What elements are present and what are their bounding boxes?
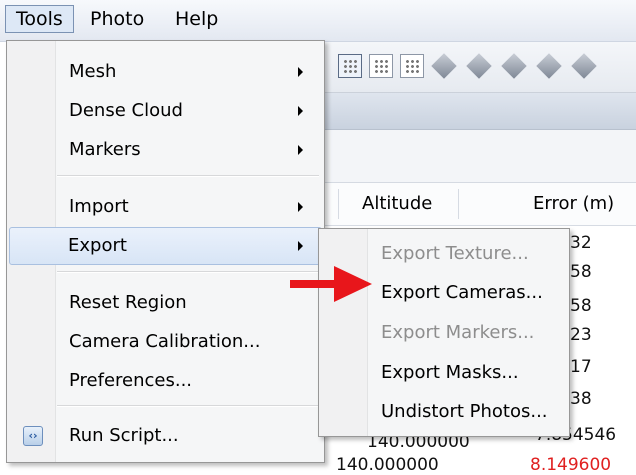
- export-submenu: Export Texture... Export Cameras... Expo…: [318, 228, 570, 437]
- menu-item-preferences[interactable]: Preferences...: [9, 362, 322, 400]
- menu-separator: [57, 175, 319, 177]
- submenu-arrow-icon: [298, 67, 303, 77]
- table-header: Altitude Error (m): [325, 183, 636, 226]
- submenu-item-export-texture[interactable]: Export Texture...: [381, 243, 529, 264]
- submenu-item-export-masks[interactable]: Export Masks...: [381, 362, 519, 383]
- table-cell: 38: [570, 389, 592, 409]
- menu-item-mesh[interactable]: Mesh: [9, 53, 322, 91]
- menu-separator: [57, 271, 319, 273]
- submenu-item-undistort-photos[interactable]: Undistort Photos...: [381, 401, 548, 422]
- column-header-altitude[interactable]: Altitude: [362, 193, 432, 214]
- menu-photo[interactable]: Photo: [80, 5, 154, 33]
- shape-icon[interactable]: [466, 53, 492, 79]
- submenu-arrow-icon: [298, 241, 303, 251]
- submenu-arrow-icon: [298, 145, 303, 155]
- table-cell: 23: [570, 325, 592, 345]
- table-cell: 58: [570, 262, 592, 282]
- script-icon: ‹›: [23, 426, 43, 446]
- submenu-arrow-icon: [298, 106, 303, 116]
- panel-toolbar: [325, 130, 636, 183]
- menu-item-run-script[interactable]: ‹› Run Script...: [9, 417, 322, 455]
- table-cell: 32: [570, 233, 592, 253]
- grid-details-icon[interactable]: [400, 54, 424, 78]
- shape-icon[interactable]: [571, 53, 597, 79]
- menu-item-reset-region[interactable]: Reset Region: [9, 284, 322, 322]
- shape-icon[interactable]: [501, 53, 527, 79]
- menu-item-dense-cloud[interactable]: Dense Cloud: [9, 92, 322, 130]
- menu-item-export[interactable]: Export: [9, 227, 322, 265]
- grid-small-icon[interactable]: [369, 54, 393, 78]
- grid-large-icon[interactable]: [338, 54, 362, 78]
- menu-bar: Tools Photo Help: [0, 0, 636, 42]
- menu-help[interactable]: Help: [165, 5, 228, 33]
- submenu-arrow-icon: [298, 202, 303, 212]
- table-cell: 58: [570, 296, 592, 316]
- panel-title-bar: [325, 93, 636, 130]
- table-cell: 17: [570, 357, 592, 377]
- shape-icon[interactable]: [536, 53, 562, 79]
- shape-icon[interactable]: [431, 53, 457, 79]
- submenu-item-export-cameras[interactable]: Export Cameras...: [381, 282, 543, 303]
- tools-menu: Mesh Dense Cloud Markers Import Export R…: [6, 40, 325, 463]
- column-header-error[interactable]: Error (m): [533, 193, 614, 214]
- toolbar: [325, 42, 636, 93]
- menu-item-import[interactable]: Import: [9, 188, 322, 226]
- menu-item-camera-calibration[interactable]: Camera Calibration...: [9, 323, 322, 361]
- table-cell: 140.000000: [336, 455, 439, 475]
- menu-item-markers[interactable]: Markers: [9, 131, 322, 169]
- red-arrow-icon: [290, 266, 372, 302]
- menu-tools[interactable]: Tools: [5, 5, 74, 33]
- menu-separator: [57, 405, 319, 407]
- table-cell-error: 8.149600: [530, 455, 612, 475]
- submenu-item-export-markers[interactable]: Export Markers...: [381, 322, 534, 343]
